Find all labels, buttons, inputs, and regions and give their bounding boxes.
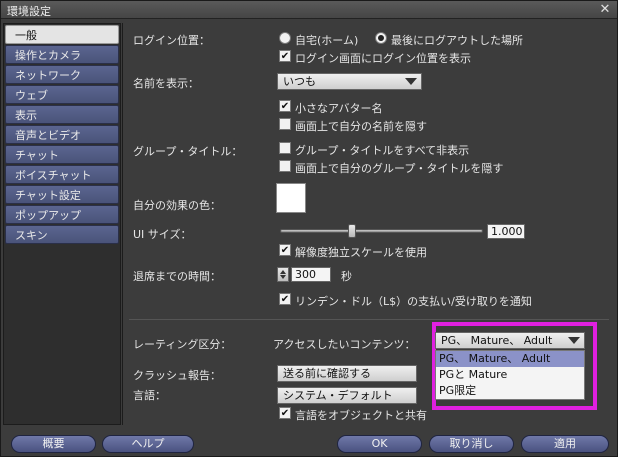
login-home-label: 自宅(ホーム) <box>295 34 359 47</box>
maturity-label: レーティング区分： <box>133 338 232 351</box>
language-label: 言語： <box>133 389 166 402</box>
resolution-independent-label: 解像度独立スケールを使用 <box>295 246 427 259</box>
away-time-input[interactable]: 300 <box>291 267 331 282</box>
maturity-option-mature[interactable]: PGと Mature <box>436 367 584 383</box>
window-title: 環境設定 <box>7 5 51 18</box>
hide-all-group-titles-checkbox[interactable] <box>279 142 291 154</box>
title-bar[interactable]: 環境設定 ✕ <box>1 1 617 19</box>
ui-size-value[interactable]: 1.000 <box>487 224 525 239</box>
login-home-radio[interactable] <box>279 32 291 44</box>
notify-linden-label: リンデン・ドル（L$）の支払い/受け取りを通知 <box>295 295 532 308</box>
notify-linden-checkbox[interactable]: ✔ <box>279 293 291 305</box>
maturity-dropdown-list: PG、 Mature、 Adult PGと Mature PG限定 <box>435 350 585 400</box>
group-title-label: グループ・タイトル： <box>133 145 243 158</box>
effect-color-label: 自分の効果の色： <box>133 199 221 212</box>
login-location-label: ログイン位置： <box>133 34 210 47</box>
preferences-window: 環境設定 ✕ 一般 操作とカメラ ネットワーク ウェブ 表示 音声とビデオ チャ… <box>0 0 618 457</box>
hide-all-group-titles-label: グループ・タイトルをすべて非表示 <box>295 144 470 157</box>
name-display-label: 名前を表示： <box>133 77 199 90</box>
ui-size-slider[interactable] <box>280 229 483 233</box>
language-value: システム・デフォルト <box>283 389 393 402</box>
chevron-down-icon <box>405 78 417 85</box>
divider <box>129 319 609 320</box>
sidebar-item-popups[interactable]: ポップアップ <box>5 205 119 224</box>
away-time-label: 退席までの時間： <box>133 270 221 283</box>
small-avatar-names-label: 小さなアバター名 <box>295 102 383 115</box>
sidebar: 一般 操作とカメラ ネットワーク ウェブ 表示 音声とビデオ チャット ボイスチ… <box>3 23 121 425</box>
ui-size-label: UI サイズ： <box>133 228 192 241</box>
ok-button[interactable]: OK <box>337 435 422 453</box>
crash-report-combo[interactable]: 送る前に確認する <box>277 365 417 382</box>
chevron-down-icon <box>568 337 580 344</box>
sidebar-item-skins[interactable]: スキン <box>5 225 119 244</box>
small-avatar-names-checkbox[interactable]: ✔ <box>279 100 291 112</box>
effect-color-swatch[interactable] <box>276 183 306 213</box>
hide-own-group-title-checkbox[interactable] <box>279 160 291 172</box>
sidebar-item-voice-chat[interactable]: ボイスチャット <box>5 165 119 184</box>
away-time-unit: 秒 <box>341 270 352 283</box>
maturity-option-pg[interactable]: PG限定 <box>436 383 584 399</box>
sidebar-item-audio-video[interactable]: 音声とビデオ <box>5 125 119 144</box>
sidebar-item-general[interactable]: 一般 <box>5 25 119 44</box>
sidebar-item-chat[interactable]: チャット <box>5 145 119 164</box>
help-button[interactable]: ヘルプ <box>102 435 194 453</box>
crash-report-value: 送る前に確認する <box>283 367 371 380</box>
share-language-label: 言語をオブジェクトと共有 <box>295 409 427 422</box>
name-display-value: いつも <box>283 75 316 88</box>
show-login-location-label: ログイン画面にログイン位置を表示 <box>295 52 471 65</box>
cancel-button[interactable]: 取り消し <box>429 435 514 453</box>
about-button[interactable]: 概要 <box>11 435 96 453</box>
ui-size-slider-handle[interactable] <box>348 224 357 238</box>
sidebar-item-chat-settings[interactable]: チャット設定 <box>5 185 119 204</box>
close-icon[interactable]: ✕ <box>597 2 613 17</box>
hide-own-name-checkbox[interactable] <box>279 118 291 130</box>
hide-own-group-title-label: 画面上で自分のグループ・タイトルを隠す <box>295 162 504 175</box>
maturity-combo[interactable]: PG、 Mature、 Adult <box>435 332 585 349</box>
maturity-access-label: アクセスしたいコンテンツ： <box>273 338 416 351</box>
share-language-checkbox[interactable]: ✔ <box>279 407 291 419</box>
away-time-spinner[interactable] <box>277 267 289 282</box>
sidebar-item-input-camera[interactable]: 操作とカメラ <box>5 45 119 64</box>
show-login-location-checkbox[interactable]: ✔ <box>279 50 291 62</box>
login-last-label: 最後にログアウトした場所 <box>391 34 523 47</box>
sidebar-item-graphics[interactable]: 表示 <box>5 105 119 124</box>
resolution-independent-checkbox[interactable]: ✔ <box>279 244 291 256</box>
name-display-combo[interactable]: いつも <box>277 73 422 90</box>
sidebar-item-network[interactable]: ネットワーク <box>5 65 119 84</box>
maturity-value: PG、 Mature、 Adult <box>441 334 553 347</box>
crash-report-label: クラッシュ報告： <box>133 369 221 382</box>
sidebar-item-web[interactable]: ウェブ <box>5 85 119 104</box>
language-combo[interactable]: システム・デフォルト <box>277 387 417 404</box>
hide-own-name-label: 画面上で自分の名前を隠す <box>295 120 427 133</box>
maturity-option-adult[interactable]: PG、 Mature、 Adult <box>436 351 584 367</box>
login-last-radio[interactable] <box>375 32 387 44</box>
apply-button[interactable]: 適用 <box>521 435 609 453</box>
